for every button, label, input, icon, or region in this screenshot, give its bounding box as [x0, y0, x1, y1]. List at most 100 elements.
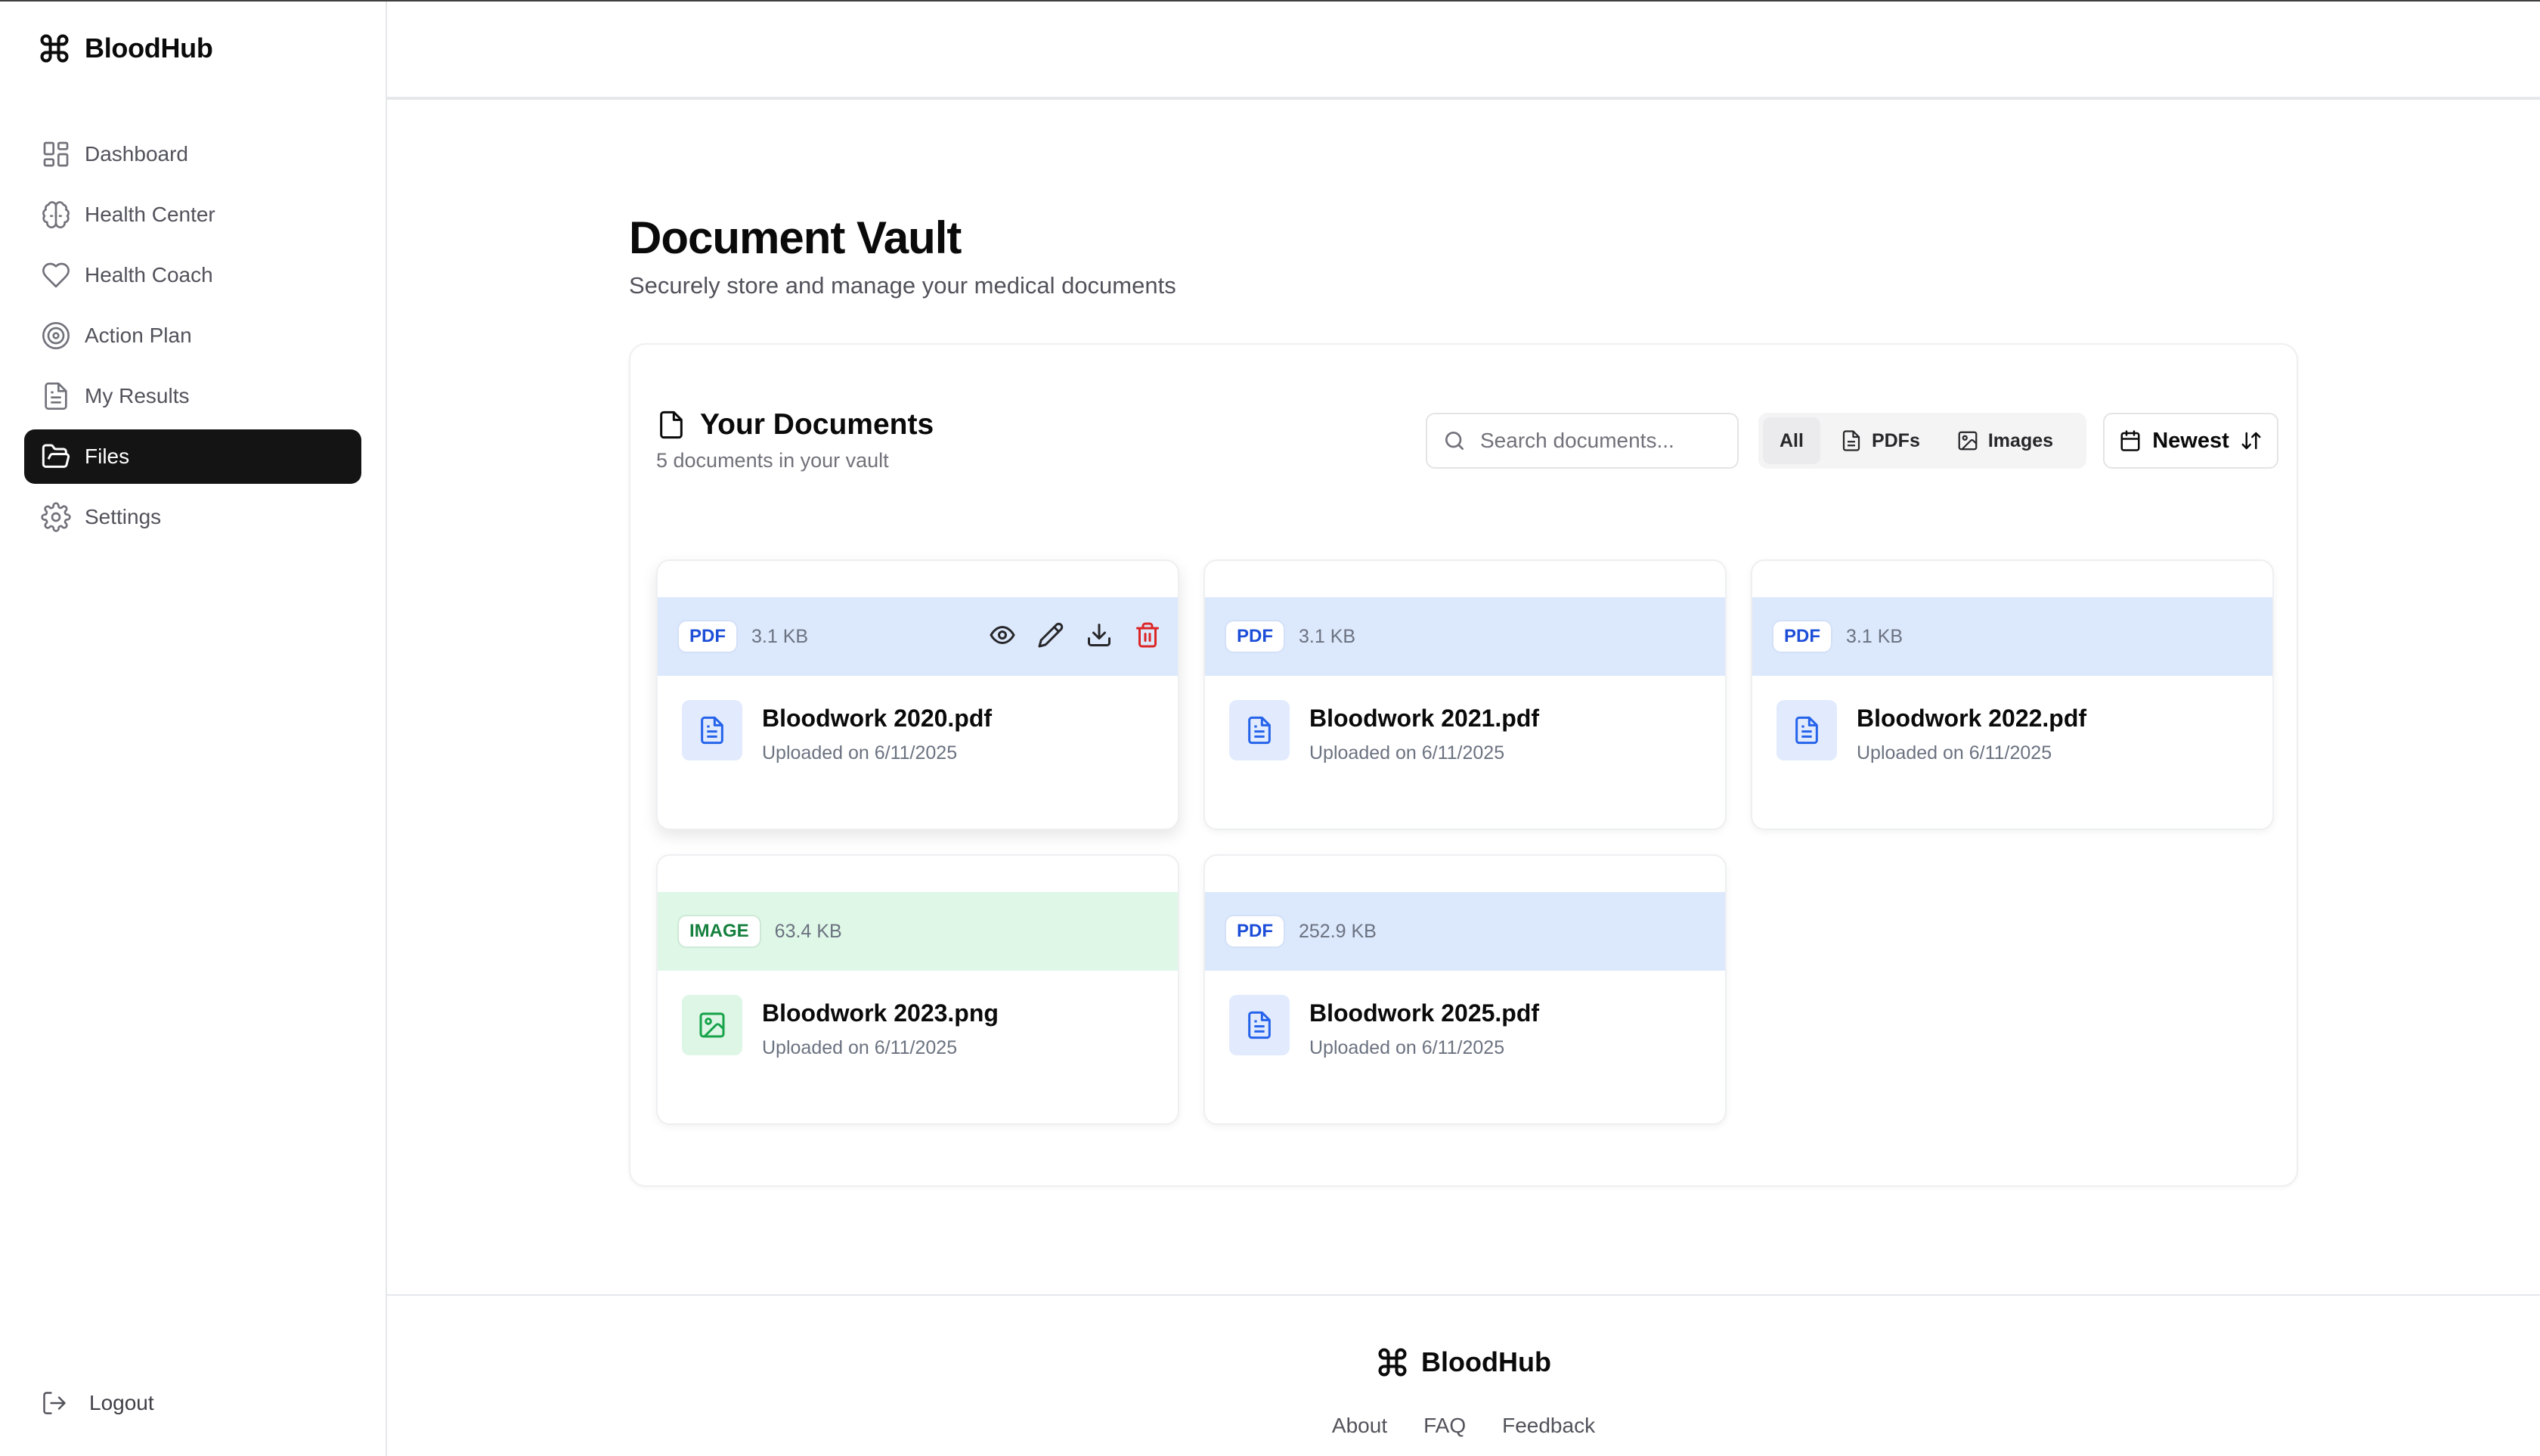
footer-link-about[interactable]: About [1332, 1414, 1387, 1438]
file-name: Bloodwork 2025.pdf [1309, 999, 1540, 1027]
document-card[interactable]: PDF 3.1 KB Bloodwork 2021.pdf Uploaded o… [1203, 559, 1727, 830]
footer-link-feedback[interactable]: Feedback [1502, 1414, 1595, 1438]
filter-pdfs[interactable]: PDFs [1823, 417, 1937, 464]
sidebar-item-label: Action Plan [85, 324, 192, 347]
file-size: 252.9 KB [1299, 920, 1377, 942]
filter-all[interactable]: All [1763, 417, 1820, 464]
image-file-icon [682, 995, 742, 1055]
target-icon [42, 322, 70, 349]
command-logo-icon [1378, 1348, 1407, 1377]
rename-button[interactable] [1037, 621, 1064, 652]
documents-count: 5 documents in your vault [656, 449, 889, 472]
document-card[interactable]: IMAGE 63.4 KB Bloodwork 2023.png Uploade… [656, 854, 1179, 1125]
document-card[interactable]: PDF 3.1 KB Bloodwork 2022.pdf Uploaded o… [1751, 559, 2274, 830]
file-name: Bloodwork 2023.png [762, 999, 999, 1027]
logout-button[interactable]: Logout [41, 1389, 154, 1417]
view-button[interactable] [989, 621, 1016, 652]
sidebar-item-label: Files [85, 445, 130, 468]
image-icon [699, 1012, 725, 1038]
command-logo-icon [40, 34, 69, 63]
card-header: PDF 3.1 KB [1752, 597, 2272, 676]
search-box [1426, 413, 1739, 469]
filter-all-label: All [1780, 429, 1804, 451]
download-icon [1088, 624, 1110, 646]
sidebar-item-action-plan[interactable]: Action Plan [24, 308, 361, 363]
documents-panel: Your Documents 5 documents in your vault… [629, 343, 2298, 1187]
file-name: Bloodwork 2022.pdf [1857, 705, 2087, 732]
file-type-badge: PDF [677, 620, 738, 653]
upload-date: Uploaded on 6/11/2025 [1309, 742, 1505, 764]
pdf-file-icon [1229, 995, 1290, 1055]
app-root: BloodHub Dashboard Health Center Health … [0, 0, 2540, 1456]
brand[interactable]: BloodHub [38, 32, 213, 65]
sidebar-item-health-coach[interactable]: Health Coach [24, 248, 361, 302]
document-icon [701, 716, 723, 745]
file-size: 3.1 KB [1846, 625, 1903, 647]
filter-images[interactable]: Images [1940, 417, 2070, 464]
panel-header: Your Documents [656, 408, 934, 441]
heart-icon [42, 262, 70, 288]
top-bar [387, 2, 2540, 100]
file-type-badge: PDF [1772, 620, 1832, 653]
file-size: 3.1 KB [1299, 625, 1356, 647]
pdf-file-icon [1776, 700, 1837, 761]
image-icon [1958, 431, 1978, 451]
upload-date: Uploaded on 6/11/2025 [1857, 742, 2052, 764]
document-card[interactable]: PDF 3.1 KB Bloodwork 2020.pdf Uploaded o… [656, 559, 1179, 830]
sidebar-item-label: Settings [85, 505, 162, 528]
card-header: PDF 252.9 KB [1205, 892, 1725, 971]
document-icon [1248, 716, 1271, 745]
upload-date: Uploaded on 6/11/2025 [1309, 1037, 1505, 1058]
pdf-file-icon [1229, 700, 1290, 761]
sort-arrows-icon [2241, 432, 2261, 450]
file-size: 63.4 KB [774, 920, 842, 942]
page-title: Document Vault [629, 212, 962, 263]
sidebar-item-settings[interactable]: Settings [24, 490, 361, 544]
sort-button[interactable]: Newest [2103, 413, 2278, 469]
footer-link-faq[interactable]: FAQ [1423, 1414, 1466, 1438]
sidebar-item-dashboard[interactable]: Dashboard [24, 127, 361, 181]
file-name: Bloodwork 2020.pdf [762, 705, 993, 732]
calendar-icon [2120, 430, 2140, 451]
document-icon [1248, 1011, 1271, 1039]
filter-images-label: Images [1987, 429, 2054, 451]
delete-button[interactable] [1134, 621, 1161, 652]
sidebar-item-health-center[interactable]: Health Center [24, 187, 361, 242]
sidebar-nav: Dashboard Health Center Health Coach Act… [24, 127, 361, 550]
logout-label: Logout [89, 1391, 154, 1414]
footer-brand[interactable]: BloodHub [387, 1346, 2540, 1379]
document-card[interactable]: PDF 252.9 KB Bloodwork 2025.pdf Uploaded… [1203, 854, 1727, 1125]
upload-date: Uploaded on 6/11/2025 [762, 1037, 958, 1058]
file-size: 3.1 KB [751, 625, 809, 647]
folder-open-icon [42, 444, 70, 468]
panel-title: Your Documents [700, 408, 934, 441]
document-icon [1795, 716, 1818, 745]
document-icon [1842, 430, 1860, 451]
file-type-badge: IMAGE [677, 915, 761, 948]
card-header: IMAGE 63.4 KB [658, 892, 1178, 971]
sidebar-item-label: Health Coach [85, 263, 213, 287]
filter-pdfs-label: PDFs [1871, 429, 1920, 451]
brand-name: BloodHub [85, 33, 213, 64]
trash-icon [1136, 622, 1159, 648]
search-input[interactable] [1480, 429, 1722, 453]
upload-date: Uploaded on 6/11/2025 [762, 742, 958, 764]
sidebar-item-label: Health Center [85, 203, 215, 226]
gear-icon [41, 502, 71, 532]
footer-brand-name: BloodHub [1421, 1346, 1551, 1377]
file-icon [660, 410, 683, 439]
sidebar-item-label: Dashboard [85, 142, 188, 166]
eye-icon [990, 625, 1015, 645]
card-header: PDF 3.1 KB [658, 597, 1178, 676]
footer-links: About FAQ Feedback [387, 1414, 2540, 1438]
pdf-file-icon [682, 700, 742, 761]
sidebar-item-my-results[interactable]: My Results [24, 369, 361, 423]
sort-label: Newest [2152, 428, 2229, 453]
search-icon [1445, 432, 1464, 450]
download-button[interactable] [1086, 621, 1113, 652]
file-name: Bloodwork 2021.pdf [1309, 705, 1540, 732]
sidebar-item-label: My Results [85, 384, 190, 407]
brain-icon [42, 201, 70, 228]
sidebar-item-files[interactable]: Files [24, 429, 361, 484]
pencil-icon [1038, 622, 1064, 648]
